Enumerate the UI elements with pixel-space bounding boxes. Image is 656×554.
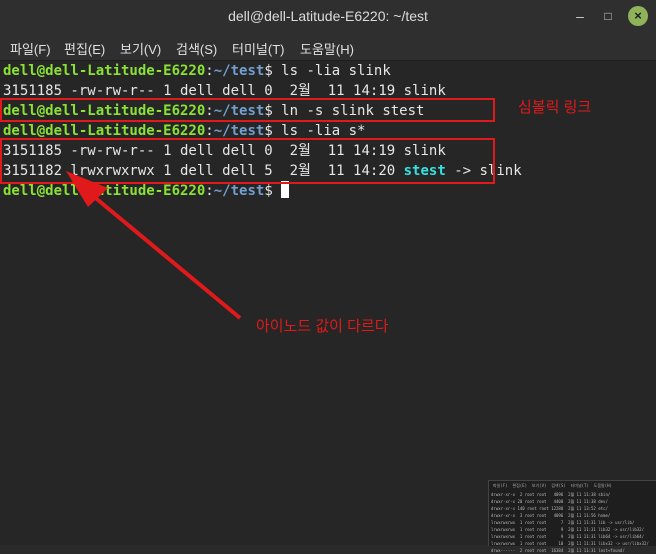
thumbnail-line: lrwxrwxrwx 1 root root 10 2월 11 11:31 li… — [491, 541, 649, 546]
thumbnail-menu: 파일(F) 편집(E) 보기(V) 검색(S) 터미널(T) 도움말(H) — [493, 483, 612, 488]
thumbnail-line: lrwxrwxrwx 1 root root 7 2월 11 11:31 lib… — [491, 520, 635, 525]
thumbnail-line: drwxr-xr-x 2 root root 4096 2월 11 11:38 … — [491, 492, 611, 497]
thumbnail-line: drwx------ 2 root root 16384 2월 11 11:31… — [491, 548, 625, 553]
thumbnail-line: drwxr-xr-x 3 root root 4096 2월 11 11:56 … — [491, 513, 611, 518]
thumbnail-line: drwxr-xr-x 140 root root 12288 2월 11 13:… — [491, 506, 608, 511]
thumbnail-line: lrwxrwxrwx 1 root root 9 2월 11 11:31 lib… — [491, 534, 644, 539]
arrow-shaft — [90, 193, 242, 320]
annotation-arrow — [66, 171, 242, 320]
thumbnail-line: drwxr-xr-x 20 root root 4400 2월 11 11:38… — [491, 499, 608, 504]
thumbnail-line: lrwxrwxrwx 1 root root 9 2월 11 11:31 lib… — [491, 527, 644, 532]
terminal-thumbnail: 파일(F) 편집(E) 보기(V) 검색(S) 터미널(T) 도움말(H) dr… — [488, 480, 656, 553]
